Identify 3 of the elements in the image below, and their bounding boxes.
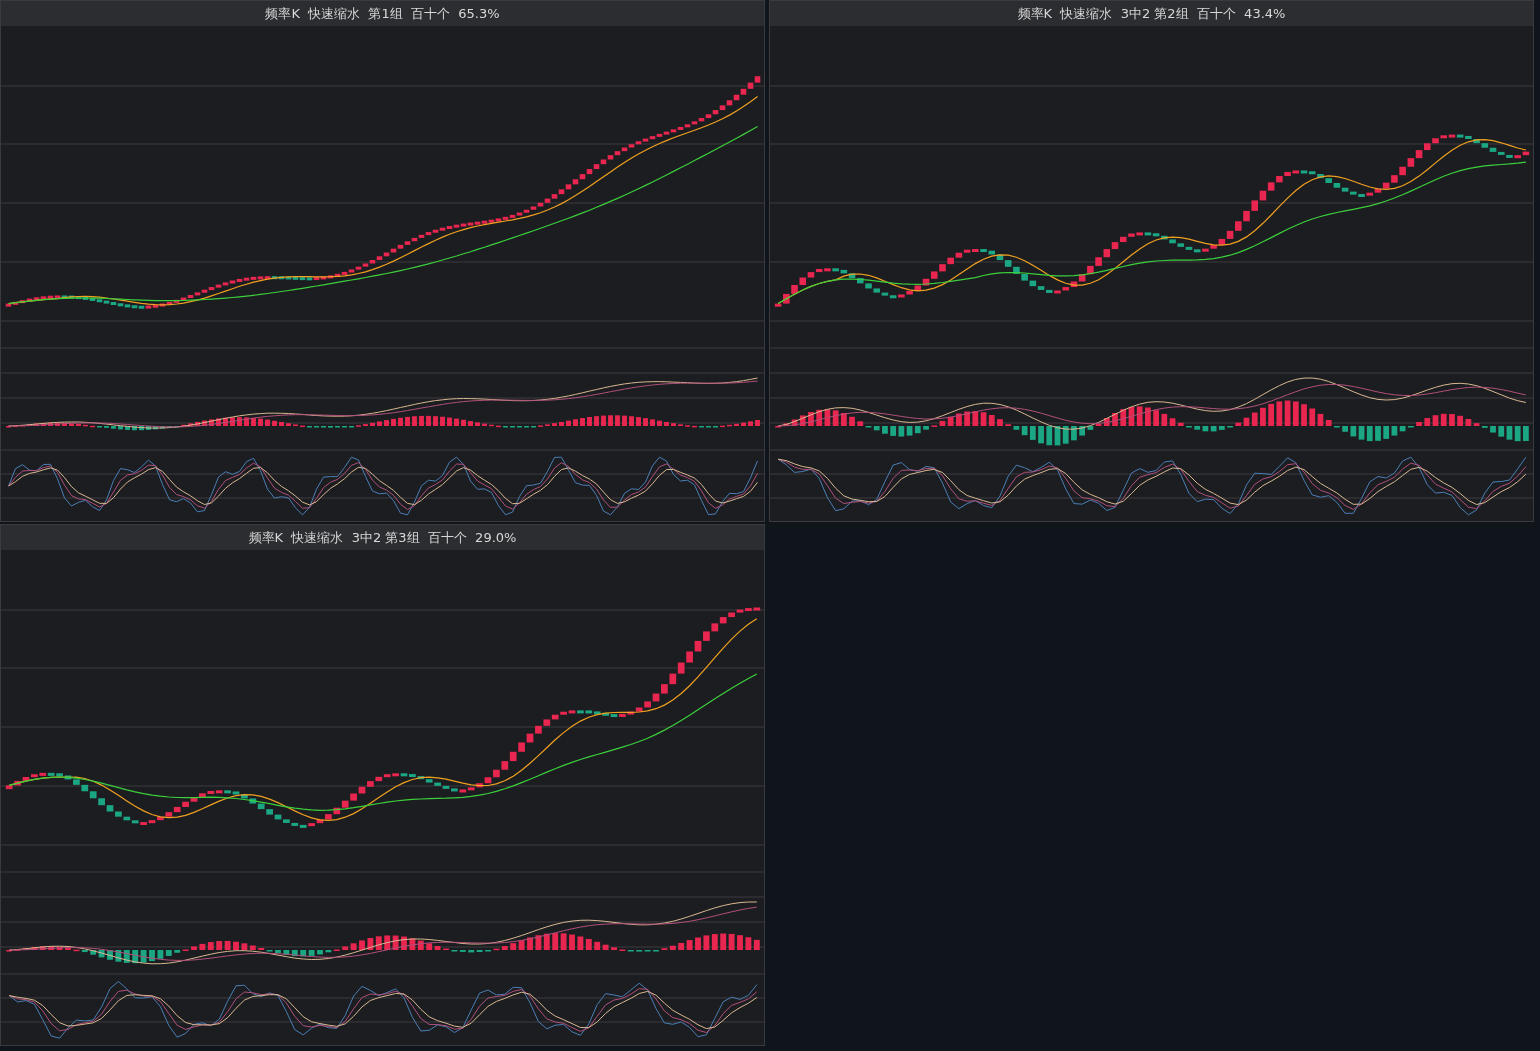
panel-title: 频率K 快速缩水 第1组 百十个 65.3% bbox=[265, 4, 500, 23]
panel-title: 频率K 快速缩水 3中2 第3组 百十个 29.0% bbox=[248, 528, 517, 547]
panel-title: 频率K 快速缩水 3中2 第2组 百十个 43.4% bbox=[1017, 4, 1286, 23]
